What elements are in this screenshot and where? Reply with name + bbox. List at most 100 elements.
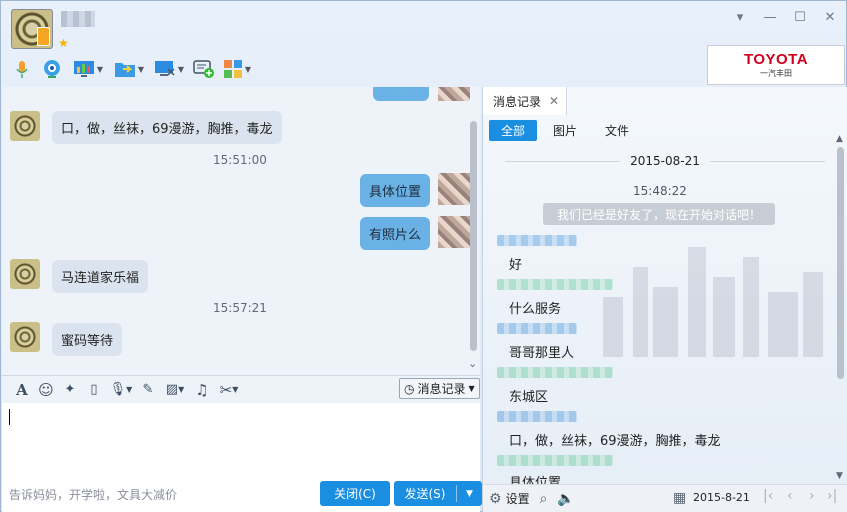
sender-name-blurred <box>497 323 577 334</box>
ad-subtitle: 一汽丰田 <box>760 69 792 78</box>
clock-icon: ◷ <box>404 381 415 396</box>
mic-icon: 🎙 <box>109 382 127 397</box>
message-history-label: 消息记录 <box>417 382 466 396</box>
microphone-icon <box>16 61 28 78</box>
send-options-dropdown[interactable]: ▼ <box>457 489 482 499</box>
new-discussion-button[interactable] <box>189 56 219 82</box>
message-input[interactable] <box>2 403 480 477</box>
gif-button[interactable]: ▯ <box>82 379 106 401</box>
contact-avatar-small[interactable] <box>10 322 40 352</box>
toyota-ad-banner[interactable]: TOYOTA 一汽丰田 <box>707 45 845 85</box>
settings-label[interactable]: 设置 <box>506 490 530 507</box>
history-scrollbar[interactable] <box>837 147 844 379</box>
filter-all[interactable]: 全部 <box>489 120 538 141</box>
filter-images[interactable]: 图片 <box>541 120 589 141</box>
maximize-button[interactable]: ☐ <box>791 9 809 27</box>
message-bubble: 具体位置 <box>360 174 431 207</box>
message-bubble-partial <box>373 87 429 101</box>
history-message: 好 <box>509 258 523 273</box>
top-toolbar: ▼ ▼ ▼ ▼ <box>7 55 255 83</box>
apps-button[interactable]: ▼ <box>219 56 255 82</box>
scroll-down-icon[interactable]: ▼ <box>836 471 843 481</box>
sender-name-blurred <box>497 411 577 422</box>
mobile-online-icon <box>37 27 50 46</box>
self-avatar[interactable] <box>438 87 470 101</box>
close-button[interactable]: 关闭(C) <box>320 481 390 506</box>
next-page-icon[interactable]: › <box>809 488 815 504</box>
self-avatar[interactable] <box>438 173 470 205</box>
send-button[interactable]: 发送(S) ▼ <box>394 481 482 506</box>
dropdown-menu-icon[interactable]: ▾ <box>731 9 749 27</box>
music-note-icon: ♫ <box>195 380 209 399</box>
footer-ad-link[interactable]: 告诉妈妈，开学啦，文具大减价 <box>9 486 177 503</box>
timestamp: 15:51:00 <box>213 153 267 167</box>
minimize-button[interactable]: — <box>761 9 779 27</box>
first-page-icon[interactable]: |‹ <box>763 488 773 504</box>
text-cursor <box>9 409 10 425</box>
sender-name-blurred <box>497 455 613 466</box>
chat-footer: 告诉妈妈，开学啦，文具大减价 关闭(C) 发送(S) ▼ <box>2 477 482 512</box>
self-avatar[interactable] <box>438 216 470 248</box>
screen-share-button[interactable]: ▼ <box>67 56 109 82</box>
sender-name-blurred <box>497 235 577 246</box>
webcam-icon <box>44 60 60 78</box>
magic-wand-icon: ✦ <box>64 382 76 397</box>
monitor-chart-icon <box>73 61 94 77</box>
remote-assist-button[interactable]: ▼ <box>149 56 189 82</box>
voice-message-button[interactable]: 🎙 ▼ <box>106 379 136 401</box>
chat-messages-area[interactable]: 口，做，丝袜，69漫游，胸推，毒龙 15:51:00 具体位置 有照片么 马连道… <box>2 87 480 375</box>
send-button-label: 发送(S) <box>404 487 446 501</box>
history-date-divider: 2015-08-21 <box>495 153 835 169</box>
message-bubble: 有照片么 <box>360 217 431 250</box>
scissors-icon: ✂ <box>219 380 233 399</box>
font-icon: A <box>16 380 28 399</box>
smiley-icon: ☺ <box>38 380 54 399</box>
video-call-button[interactable] <box>37 56 67 82</box>
folder-icon <box>114 63 135 77</box>
message-history-button[interactable]: ◷ 消息记录 ▼ <box>399 378 480 399</box>
search-icon[interactable]: ⌕ <box>540 491 548 507</box>
history-message: 东城区 <box>509 390 549 405</box>
contact-avatar-small[interactable] <box>10 259 40 289</box>
film-icon: ▯ <box>90 382 98 397</box>
speaker-icon[interactable]: 🔈 <box>557 491 574 507</box>
remote-desktop-icon <box>154 61 175 76</box>
tab-label: 消息记录 <box>493 94 542 109</box>
last-page-icon[interactable]: ›| <box>827 488 837 504</box>
screenshot-button[interactable]: ✂ ▼ <box>214 379 244 401</box>
star-icon: ★ <box>58 36 69 50</box>
music-button[interactable]: ♫ <box>190 379 214 401</box>
shake-button[interactable]: ✦ <box>58 379 82 401</box>
timestamp: 15:57:21 <box>213 301 267 315</box>
message-history-panel: 消息记录 ✕ 全部 图片 文件 2015-08-21 15:48:22 我们已经… <box>482 87 847 512</box>
calendar-icon[interactable]: ▦ <box>673 490 686 506</box>
send-file-button[interactable]: ▼ <box>109 56 149 82</box>
message-bubble: 马连道家乐福 <box>52 260 149 293</box>
ad-title: TOYOTA <box>743 51 809 68</box>
history-message: 口，做，丝袜，69漫游，胸推，毒龙 <box>509 434 721 449</box>
scroll-up-icon[interactable]: ▲ <box>836 134 843 144</box>
tab-message-history[interactable]: 消息记录 ✕ <box>483 87 567 115</box>
voice-call-button[interactable] <box>7 56 37 82</box>
emoji-button[interactable]: ☺ <box>34 379 58 401</box>
image-button[interactable]: ▨ ▼ <box>160 379 190 401</box>
add-chat-icon <box>193 60 214 78</box>
image-icon: ▨ <box>165 382 179 397</box>
close-window-button[interactable]: ✕ <box>821 9 839 27</box>
contact-nickname[interactable] <box>61 11 95 27</box>
skyline-watermark <box>603 247 823 357</box>
previous-page-icon[interactable]: ‹ <box>787 488 793 504</box>
font-button[interactable]: A <box>10 379 34 401</box>
close-tab-icon[interactable]: ✕ <box>549 94 559 108</box>
message-bubble: 口，做，丝袜，69漫游，胸推，毒龙 <box>52 111 282 144</box>
filter-files[interactable]: 文件 <box>593 120 641 141</box>
edit-button[interactable]: ✎ <box>136 379 160 401</box>
gear-icon[interactable]: ⚙ <box>489 491 502 507</box>
chat-scrollbar[interactable] <box>470 121 477 351</box>
apps-grid-icon <box>223 60 242 78</box>
history-message: 具体位置 <box>509 476 562 484</box>
scroll-down-icon[interactable]: ⌄ <box>468 357 477 370</box>
history-footer-date[interactable]: 2015-8-21 <box>693 491 750 504</box>
contact-avatar-small[interactable] <box>10 111 40 141</box>
chat-window: ★ ▾ — ☐ ✕ ▼ ▼ ▼ ▼ TOYOTA 一汽丰田 口，做，丝袜，69漫… <box>0 0 847 512</box>
